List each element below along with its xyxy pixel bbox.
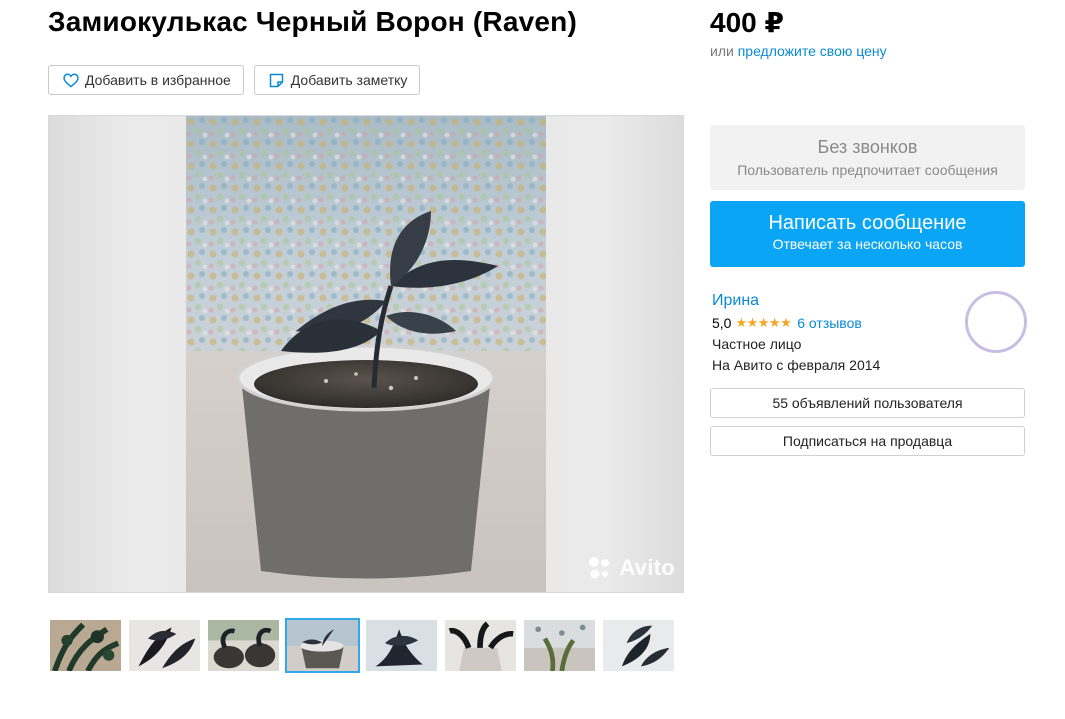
seller-listings-button[interactable]: 55 объявлений пользователя xyxy=(710,388,1025,418)
photo-thumbnail[interactable] xyxy=(48,618,123,673)
add-note-button[interactable]: Добавить заметку xyxy=(253,65,421,95)
photo-thumbnails xyxy=(48,618,676,673)
add-note-label: Добавить заметку xyxy=(290,72,408,88)
no-calls-subtitle: Пользователь предпочитает сообщения xyxy=(737,162,998,178)
avito-watermark: Avito xyxy=(585,554,675,582)
avito-logo-icon xyxy=(589,557,610,579)
avito-watermark-text: Avito xyxy=(619,555,675,580)
write-message-subtitle: Отвечает за несколько часов xyxy=(772,236,963,252)
seller-avatar[interactable] xyxy=(965,291,1027,353)
subscribe-seller-button[interactable]: Подписаться на продавца xyxy=(710,426,1025,456)
listing-title: Замиокулькас Черный Ворон (Raven) xyxy=(48,6,577,37)
photo-thumbnail[interactable] xyxy=(443,618,518,673)
write-message-button[interactable]: Написать сообщение Отвечает за несколько… xyxy=(710,201,1025,267)
add-to-favorites-button[interactable]: Добавить в избранное xyxy=(48,65,244,95)
seller-since: На Авито с февраля 2014 xyxy=(712,357,881,373)
seller-rating-value: 5,0 xyxy=(712,315,732,331)
note-icon xyxy=(269,72,285,88)
photo-thumbnail[interactable] xyxy=(206,618,281,673)
seller-reviews-link[interactable]: 6 отзывов xyxy=(797,315,862,331)
photo-thumbnail[interactable] xyxy=(127,618,202,673)
star-rating-icon: ★★★★★ xyxy=(735,315,792,330)
heart-icon xyxy=(63,72,79,88)
photo-thumbnail[interactable] xyxy=(522,618,597,673)
offer-prefix: или xyxy=(710,43,734,59)
no-calls-notice: Без звонков Пользователь предпочитает со… xyxy=(710,125,1025,190)
write-message-title: Написать сообщение xyxy=(768,212,967,234)
add-to-favorites-label: Добавить в избранное xyxy=(85,72,231,88)
main-photo[interactable] xyxy=(186,116,546,592)
photo-thumbnail[interactable] xyxy=(601,618,676,673)
offer-price-line: или предложите свою цену xyxy=(710,43,887,59)
offer-price-link[interactable]: предложите свою цену xyxy=(738,43,887,59)
listing-actions: Добавить в избранное Добавить заметку xyxy=(48,65,421,95)
photo-thumbnail-active[interactable] xyxy=(285,618,360,673)
listing-price: 400 ₽ xyxy=(710,7,784,38)
no-calls-title: Без звонков xyxy=(817,137,918,157)
photo-thumbnail[interactable] xyxy=(364,618,439,673)
main-photo-gallery[interactable]: Avito xyxy=(48,115,684,593)
